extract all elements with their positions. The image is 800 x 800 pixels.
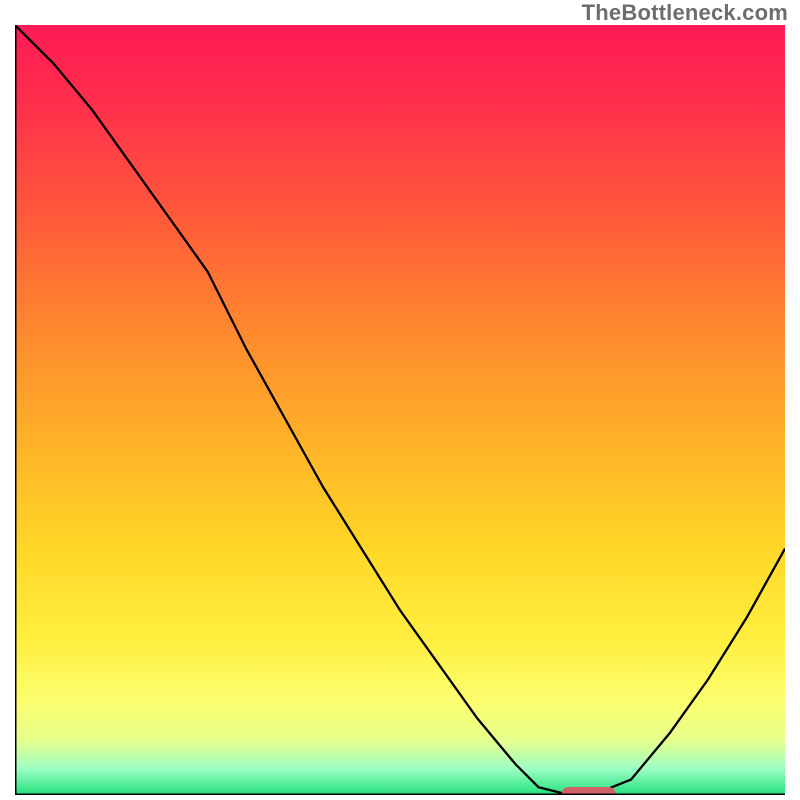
chart-svg	[15, 25, 785, 795]
bottleneck-chart	[15, 25, 785, 795]
gradient-background	[15, 25, 785, 795]
watermark: TheBottleneck.com	[582, 0, 788, 26]
